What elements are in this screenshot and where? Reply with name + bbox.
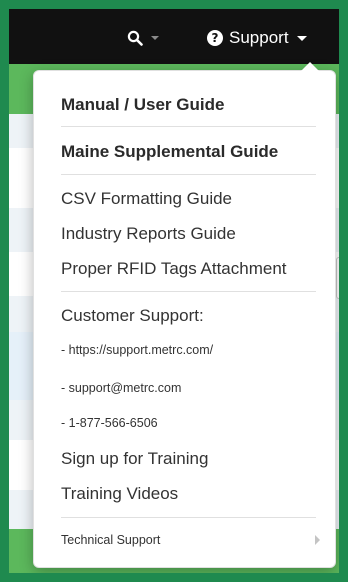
navbar: ? Support <box>9 9 339 64</box>
menu-item-manual-user-guide[interactable]: Manual / User Guide <box>61 95 224 115</box>
menu-divider <box>61 291 316 292</box>
customer-support-heading: Customer Support: <box>61 306 204 325</box>
menu-item-support-url[interactable]: - https://support.metrc.com/ <box>61 343 213 357</box>
caret-down-icon <box>151 36 159 40</box>
menu-item-maine-supplemental-guide[interactable]: Maine Supplemental Guide <box>61 142 278 162</box>
support-dropdown-menu: Manual / User Guide Maine Supplemental G… <box>33 62 336 568</box>
menu-item-training-videos[interactable]: Training Videos <box>61 484 178 504</box>
dropdown-pointer <box>301 62 319 71</box>
menu-item-industry-reports-guide[interactable]: Industry Reports Guide <box>61 224 236 244</box>
caret-right-icon <box>315 535 320 545</box>
menu-divider <box>61 126 316 127</box>
support-dropdown-toggle[interactable]: ? Support <box>207 27 307 49</box>
menu-item-support-email[interactable]: - support@metrc.com <box>61 381 181 395</box>
menu-item-technical-support[interactable]: Technical Support <box>61 533 160 547</box>
support-label: Support <box>229 28 289 47</box>
search-icon <box>127 30 143 46</box>
menu-item-csv-formatting-guide[interactable]: CSV Formatting Guide <box>61 189 232 209</box>
menu-item-sign-up-training[interactable]: Sign up for Training <box>61 449 208 469</box>
caret-down-icon <box>296 35 307 41</box>
page-viewport: ? Support Manual / User Guide Maine Supp… <box>9 9 339 573</box>
menu-item-support-phone[interactable]: - 1-877-566-6506 <box>61 416 158 430</box>
menu-item-rfid-tags-attachment[interactable]: Proper RFID Tags Attachment <box>61 259 287 279</box>
menu-divider <box>61 174 316 175</box>
question-circle-icon: ? <box>207 30 223 46</box>
window-frame: ? Support Manual / User Guide Maine Supp… <box>0 0 348 582</box>
menu-divider <box>61 517 316 518</box>
side-panel-handle[interactable] <box>336 257 339 299</box>
search-dropdown-toggle[interactable] <box>127 27 159 49</box>
